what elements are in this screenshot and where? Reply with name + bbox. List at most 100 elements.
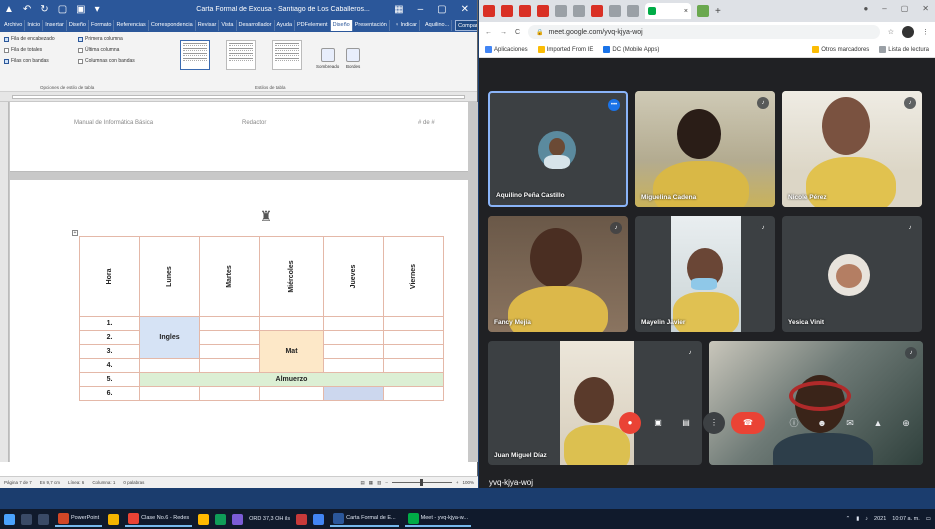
more-options-button[interactable]: ⋮ bbox=[703, 412, 725, 434]
maximize-icon[interactable]: ▢ bbox=[437, 4, 446, 15]
table-cell[interactable] bbox=[199, 316, 260, 331]
bookmark-others[interactable]: Otros marcadores bbox=[812, 45, 869, 53]
hour-cell[interactable]: 5. bbox=[79, 372, 140, 387]
schedule-table[interactable]: Hora Lunes Martes Miércoles Jueves Viern… bbox=[79, 236, 444, 401]
table-move-handle[interactable]: + bbox=[72, 230, 78, 236]
vertical-ruler[interactable] bbox=[0, 102, 9, 462]
table-cell[interactable] bbox=[199, 330, 260, 345]
back-icon[interactable]: ← bbox=[485, 29, 492, 36]
people-icon[interactable]: ☻ bbox=[815, 416, 829, 430]
read-mode-icon[interactable]: ▤ bbox=[361, 480, 365, 486]
tab-diseno[interactable]: Diseño bbox=[67, 20, 89, 31]
status-words[interactable]: 0 palabras bbox=[123, 480, 144, 485]
taskbar-app-powerpoint[interactable]: PowerPoint bbox=[55, 511, 103, 527]
browser-tab[interactable] bbox=[501, 5, 513, 17]
bookmark-dc[interactable]: DC (Mobile Apps) bbox=[603, 45, 659, 53]
tell-me-search[interactable]: ♀ Indicar bbox=[393, 20, 420, 31]
share-button[interactable]: Compartir bbox=[455, 20, 477, 31]
zoom-level[interactable]: 100% bbox=[462, 480, 474, 485]
volume-icon[interactable]: ♪ bbox=[865, 516, 868, 522]
ingles-cell[interactable]: Ingles bbox=[139, 316, 200, 359]
browser-tab[interactable] bbox=[591, 5, 603, 17]
checkbox[interactable] bbox=[78, 36, 83, 42]
table-cell[interactable] bbox=[199, 386, 260, 401]
tab-presentacion[interactable]: Presentación bbox=[353, 20, 390, 31]
status-page[interactable]: Página 7 de 7 bbox=[4, 480, 32, 485]
notifications-icon[interactable]: ▭ bbox=[926, 516, 931, 522]
hour-cell[interactable]: 4. bbox=[79, 358, 140, 373]
participant-tile-miguelina[interactable]: ♪ Miguelina Cadena bbox=[635, 91, 775, 207]
browser-tab[interactable] bbox=[697, 5, 709, 17]
record-icon[interactable]: ● bbox=[863, 4, 868, 13]
browser-tab-active[interactable]: × bbox=[645, 3, 691, 19]
tab-revisar[interactable]: Revisar bbox=[196, 20, 220, 31]
participant-tile-yesica[interactable]: ♪ Yesica Vinit bbox=[782, 216, 922, 332]
checkbox[interactable] bbox=[4, 47, 9, 53]
web-layout-icon[interactable]: ▥ bbox=[377, 480, 381, 486]
customize-icon[interactable]: ▾ bbox=[95, 4, 100, 15]
reload-icon[interactable]: C bbox=[515, 29, 520, 36]
url-input[interactable]: 🔒 meet.google.com/yvq-kjya-woj bbox=[528, 25, 880, 39]
check-first-column[interactable]: Primera columna bbox=[78, 36, 123, 42]
host-controls-icon[interactable]: ⊕ bbox=[899, 416, 913, 430]
checkbox[interactable] bbox=[78, 58, 83, 64]
hour-cell[interactable]: 1. bbox=[79, 316, 140, 331]
browser-tab[interactable] bbox=[537, 5, 549, 17]
app-icon[interactable] bbox=[296, 513, 308, 525]
bookmark-apps[interactable]: Aplicaciones bbox=[485, 45, 528, 53]
shading-button[interactable]: Sombreado bbox=[316, 48, 339, 69]
borders-button[interactable]: Bordes bbox=[346, 48, 360, 69]
checkbox[interactable] bbox=[4, 36, 9, 42]
camera-toggle-button[interactable]: ▣ bbox=[647, 412, 669, 434]
check-banded-columns[interactable]: Columnas con bandas bbox=[78, 58, 135, 64]
zoom-slider[interactable] bbox=[391, 479, 452, 486]
mic-toggle-button[interactable]: ● bbox=[619, 412, 641, 434]
table-cell[interactable] bbox=[199, 358, 260, 373]
folder-icon[interactable] bbox=[198, 513, 210, 525]
header-cell-martes[interactable]: Martes bbox=[199, 236, 260, 317]
table-cell[interactable] bbox=[383, 316, 444, 331]
check-header-row[interactable]: Fila de encabezado bbox=[4, 36, 55, 42]
open-icon[interactable]: ▢ bbox=[58, 4, 67, 15]
present-screen-button[interactable]: ▤ bbox=[675, 412, 697, 434]
checkbox[interactable] bbox=[4, 58, 9, 64]
hour-cell[interactable]: 6. bbox=[79, 386, 140, 401]
header-cell-miercoles[interactable]: Miércoles bbox=[259, 236, 324, 317]
check-total-row[interactable]: Fila de totales bbox=[4, 47, 42, 53]
zoom-in-icon[interactable]: + bbox=[456, 480, 459, 485]
activities-icon[interactable]: ▲ bbox=[871, 416, 885, 430]
table-cell[interactable] bbox=[323, 358, 384, 373]
table-style-plain[interactable] bbox=[226, 40, 256, 70]
tray-date[interactable]: 2021 bbox=[874, 516, 886, 522]
header-cell-lunes[interactable]: Lunes bbox=[139, 236, 200, 317]
table-cell[interactable] bbox=[139, 358, 200, 373]
document-canvas[interactable]: Manual de Informática Básica Redactor # … bbox=[0, 102, 478, 462]
search-icon[interactable] bbox=[21, 513, 32, 525]
autosave-icon[interactable]: ▲ bbox=[4, 4, 14, 15]
checkbox[interactable] bbox=[78, 47, 83, 53]
table-cell[interactable] bbox=[139, 386, 200, 401]
app-icon[interactable] bbox=[313, 513, 325, 525]
browser-tab[interactable] bbox=[483, 5, 495, 17]
tab-archivo[interactable]: Archivo bbox=[2, 20, 26, 31]
table-style-grid[interactable] bbox=[180, 40, 210, 70]
header-cell-jueves[interactable]: Jueves bbox=[323, 236, 384, 317]
tray-clock[interactable]: 10:07 a. m. bbox=[892, 516, 920, 522]
table-cell-selected[interactable] bbox=[323, 386, 384, 401]
maximize-icon[interactable]: ▢ bbox=[901, 4, 909, 13]
header-cell-viernes[interactable]: Viernes bbox=[383, 236, 444, 317]
table-cell[interactable] bbox=[383, 330, 444, 345]
taskbar-app-chrome-class[interactable]: Clase No.6 - Redes bbox=[125, 511, 193, 527]
hour-cell[interactable]: 2. bbox=[79, 330, 140, 345]
taskbar-app-meet[interactable]: Meet - yvq-kjya-w... bbox=[404, 511, 472, 527]
info-icon[interactable]: ⓘ bbox=[787, 416, 801, 430]
check-last-column[interactable]: Última columna bbox=[78, 47, 119, 53]
close-icon[interactable]: ✕ bbox=[922, 4, 929, 13]
bookmark-imported[interactable]: Imported From IE bbox=[537, 45, 593, 53]
tab-formato[interactable]: Formato bbox=[89, 20, 115, 31]
table-cell[interactable] bbox=[199, 344, 260, 359]
more-options-icon[interactable]: ••• bbox=[608, 99, 620, 111]
app-icon[interactable] bbox=[232, 513, 244, 525]
tray-chevron-icon[interactable]: ⌃ bbox=[846, 516, 851, 522]
tab-close-icon[interactable]: × bbox=[684, 8, 688, 15]
